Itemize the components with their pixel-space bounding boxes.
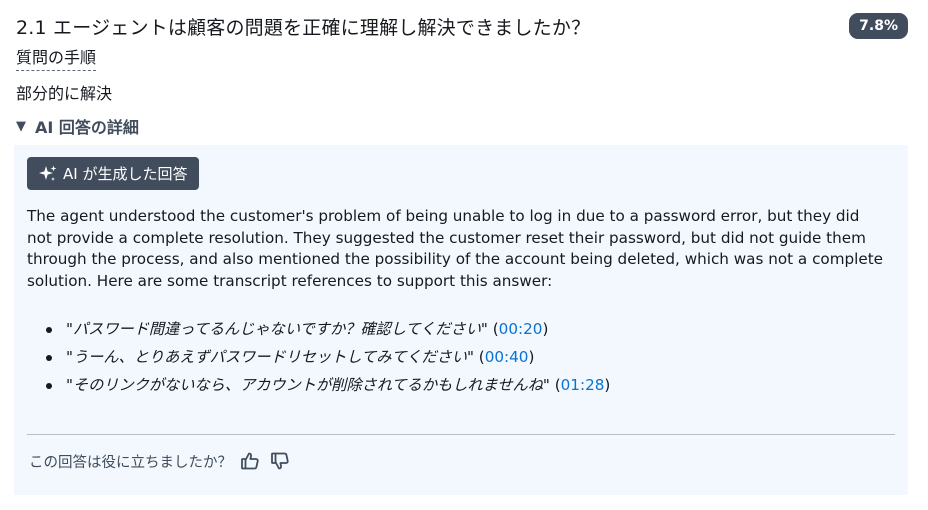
- reference-quote: "そのリンクがないなら、アカウントが削除されてるかもしれませんね": [66, 376, 550, 394]
- sparkle-icon: [39, 165, 57, 181]
- divider: [27, 434, 895, 435]
- feedback-row: この回答は役に立ちましたか？: [29, 449, 292, 473]
- timestamp-link[interactable]: 00:40: [485, 348, 529, 366]
- evaluation-card: 2.1 エージェントは顧客の問題を正確に理解し解決できましたか？ 7.8% 質問…: [0, 0, 928, 510]
- caret-down-icon: ▼: [16, 118, 26, 134]
- question-title: 2.1 エージェントは顧客の問題を正確に理解し解決できましたか？: [16, 16, 591, 39]
- ai-generated-badge-label: AI が生成した回答: [63, 165, 188, 183]
- ai-details-toggle-label: AI 回答の詳細: [35, 118, 139, 137]
- ai-summary-text: The agent understood the customer's prob…: [27, 207, 884, 290]
- question-procedure-link[interactable]: 質問の手順: [16, 48, 97, 71]
- answer-value: 部分的に解決: [16, 84, 113, 103]
- ai-generated-badge: AI が生成した回答: [27, 157, 200, 190]
- reference-quote: "パスワード間違ってるんじゃないですか？確認してください": [66, 320, 488, 338]
- ai-details-panel: AI が生成した回答 The agent understood the cust…: [14, 145, 908, 495]
- transcript-reference: "うーん、とりあえずパスワードリセットしてみてください" (00:40): [44, 343, 610, 371]
- transcript-reference: "そのリンクがないなら、アカウントが削除されてるかもしれませんね" (01:28…: [44, 371, 610, 399]
- question-header: 2.1 エージェントは顧客の問題を正確に理解し解決できましたか？ 7.8%: [16, 10, 908, 42]
- ai-details-toggle[interactable]: ▼ AI 回答の詳細: [16, 114, 139, 138]
- score-badge: 7.8%: [849, 12, 908, 40]
- transcript-reference-list: "パスワード間違ってるんじゃないですか？確認してください" (00:20) "う…: [44, 315, 610, 399]
- thumbs-down-button[interactable]: [268, 449, 292, 473]
- timestamp-link[interactable]: 00:20: [499, 320, 543, 338]
- thumbs-down-icon: [271, 452, 289, 470]
- thumbs-up-icon: [241, 452, 259, 470]
- reference-quote: "うーん、とりあえずパスワードリセットしてみてください": [66, 348, 474, 366]
- thumbs-up-button[interactable]: [238, 449, 262, 473]
- transcript-reference: "パスワード間違ってるんじゃないですか？確認してください" (00:20): [44, 315, 610, 343]
- feedback-prompt: この回答は役に立ちましたか？: [29, 454, 232, 471]
- timestamp-link[interactable]: 01:28: [561, 376, 605, 394]
